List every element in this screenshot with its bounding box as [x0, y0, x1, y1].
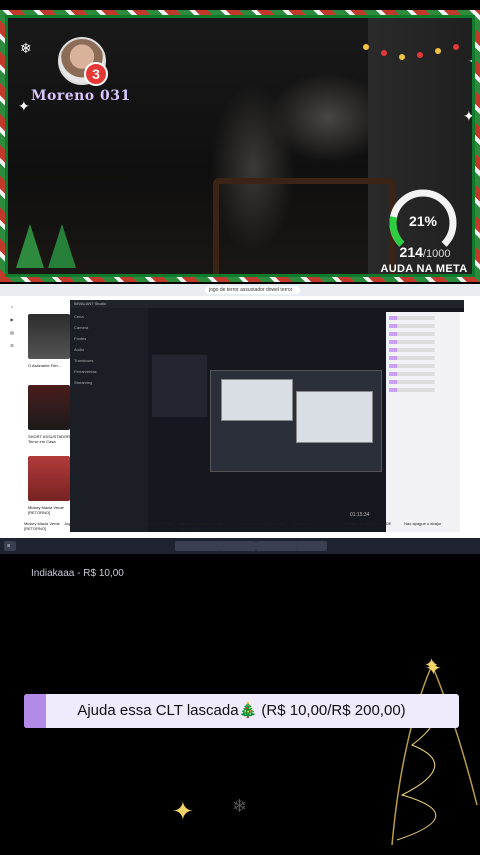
goal-label: AUDA NA META: [380, 263, 468, 275]
video-title[interactable]: SECURITY GIRL CREEPY MAGAZINE: [124, 521, 172, 531]
taskbar-item[interactable]: [175, 541, 221, 551]
donation-goal-text: Ajuda essa CLT lascada🎄 (R$ 10,00/R$ 200…: [77, 702, 406, 719]
sparkle-icon: ✦: [18, 98, 30, 114]
video-title[interactable]: Nao apague o abajur: [404, 521, 452, 526]
youtube-right-thumbnails[interactable]: [460, 312, 480, 532]
start-button[interactable]: ⊞: [4, 541, 16, 551]
chat-line: [389, 332, 465, 336]
chat-line: [389, 388, 465, 392]
christmas-tree-icon: [48, 224, 76, 268]
goal-count: 214/1000: [380, 244, 470, 260]
video-title[interactable]: Escapar do HOSPITAL DE TERROR: [344, 521, 392, 531]
chat-line: [389, 380, 465, 384]
video-title[interactable]: O Assinante Ferr...: [28, 363, 70, 385]
video-title[interactable]: SHORT ASSUSTADOR Terror em Casa: [28, 434, 70, 456]
youtube-bottom-captions[interactable]: Mickey Macla Verde [RETORNO] Jogos de Te…: [24, 521, 464, 536]
studio-menu-item[interactable]: Fontes: [74, 336, 144, 341]
webcam-frame: ❄ ✦ ✦ ✧ 3 Moreno 031 21% 214/1000 AUDA N…: [0, 10, 480, 282]
video-thumbnail[interactable]: [28, 456, 70, 501]
taskbar-item[interactable]: [256, 541, 297, 551]
nested-window: [296, 391, 373, 443]
shorts-icon[interactable]: ▶: [0, 317, 24, 322]
string-lights-decoration: [363, 36, 472, 66]
subscriptions-icon[interactable]: ▤: [0, 330, 24, 335]
sparkle-icon: ✧: [468, 53, 472, 70]
home-icon[interactable]: ⌂: [0, 304, 24, 309]
main-preview[interactable]: [210, 370, 382, 472]
video-thumbnail[interactable]: [28, 314, 70, 359]
video-thumbnail[interactable]: [28, 385, 70, 430]
library-icon[interactable]: ☰: [0, 343, 24, 348]
latest-donation: Indiakaaa - R$ 10,00: [31, 568, 124, 579]
studio-menu-item[interactable]: Streaming: [74, 380, 144, 385]
video-title[interactable]: Bruxa Uruca Bunda Lila Cruel Kanzo: [179, 521, 227, 531]
chat-line: [389, 356, 465, 360]
chat-line: [389, 348, 465, 352]
donation-goal-bar: Ajuda essa CLT lascada🎄 (R$ 10,00/R$ 200…: [24, 694, 459, 728]
goal-current: 214: [399, 244, 423, 260]
sparkle-icon: ✦: [463, 108, 475, 124]
studio-menu-item[interactable]: Cena: [74, 314, 144, 319]
youtube-sidebar[interactable]: ⌂ ▶ ▤ ☰: [0, 296, 24, 544]
chat-line: [389, 316, 465, 320]
youtube-video-column[interactable]: O Assinante Ferr... SHORT ASSUSTADOR Ter…: [28, 314, 70, 527]
scene-preview-thumbnail[interactable]: [152, 355, 207, 417]
live-chat-panel[interactable]: [386, 312, 468, 532]
chat-line: [389, 372, 465, 376]
snowflake-icon: ❄: [232, 796, 248, 816]
streamer-name: Moreno 031: [31, 88, 131, 104]
studio-left-panel[interactable]: Cena Camera Fontes Audio Transicoes Ferr…: [70, 308, 148, 532]
browser-tab-bar[interactable]: jogo de terror assustador dowel terror: [0, 284, 480, 296]
browser-address-bar[interactable]: jogo de terror assustador dowel terror: [205, 286, 300, 294]
snowflake-icon: ❄: [20, 40, 32, 56]
studio-timer: 01:15:34: [350, 512, 370, 518]
chat-line: [389, 324, 465, 328]
nested-window: [221, 379, 293, 421]
goal-total: /1000: [422, 248, 451, 260]
webcam-chair: [213, 178, 395, 274]
video-title[interactable]: Jogos de Terror Cartos: [64, 521, 112, 526]
rank-badge: 3: [84, 62, 108, 86]
studio-menu-item[interactable]: Camera: [74, 325, 144, 330]
studio-menu-item[interactable]: Ferramentas: [74, 369, 144, 374]
desktop-screenshot: jogo de terror assustador dowel terror ⌂…: [0, 284, 480, 554]
studio-title: IMVALANT Studio: [70, 300, 464, 308]
goal-percent: 21%: [408, 213, 438, 229]
christmas-tree-icon: [16, 224, 44, 268]
studio-menu-item[interactable]: Transicoes: [74, 358, 144, 363]
video-title[interactable]: Nao Corra: [294, 521, 342, 526]
chat-line: [389, 364, 465, 368]
star-icon: ✦: [172, 796, 194, 826]
video-title[interactable]: Os Gemeos | CORACAO: [239, 521, 287, 526]
christmas-tree-lights-icon: ✦: [391, 655, 478, 846]
star-icon: ✦: [425, 658, 442, 680]
windows-taskbar[interactable]: ⊞: [0, 538, 480, 554]
taskbar-item[interactable]: [220, 541, 256, 551]
chat-line: [389, 340, 465, 344]
taskbar-item[interactable]: [296, 541, 327, 551]
studio-menu-item[interactable]: Audio: [74, 347, 144, 352]
